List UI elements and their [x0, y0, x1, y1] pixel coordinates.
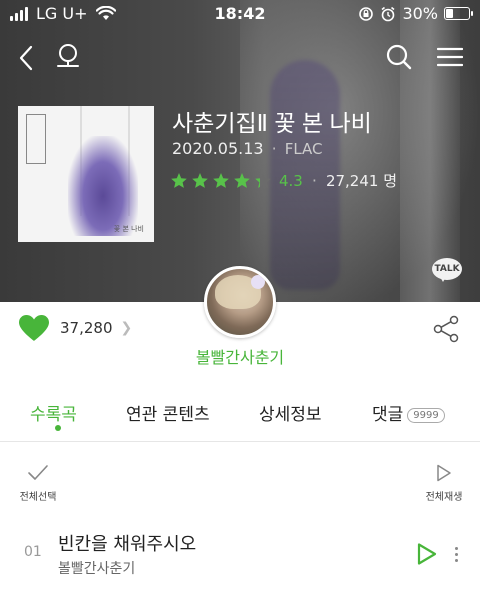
- battery-icon: [444, 7, 473, 20]
- album-rating[interactable]: 4.3 · 27,241 명: [170, 170, 397, 191]
- artist-avatar[interactable]: [204, 266, 276, 338]
- cover-figure: [68, 136, 138, 236]
- star-icon: [234, 172, 250, 188]
- tab-details[interactable]: 상세정보: [259, 400, 322, 425]
- audio-format: FLAC: [284, 139, 323, 158]
- select-all-label: 전체선택: [19, 492, 57, 503]
- tab-bar: 수록곡 연관 콘텐츠 상세정보 댓글 9999: [0, 390, 480, 438]
- tab-comments-label: 댓글: [372, 405, 404, 425]
- search-icon[interactable]: [384, 42, 414, 72]
- track-number: 01: [24, 544, 42, 560]
- alarm-icon: [381, 6, 395, 21]
- tab-tracklist[interactable]: 수록곡: [30, 400, 77, 425]
- play-outline-icon: [437, 464, 451, 482]
- tab-related-content[interactable]: 연관 콘텐츠: [126, 400, 210, 425]
- more-options-icon[interactable]: [452, 544, 460, 564]
- check-icon: [28, 465, 48, 480]
- star-icon: [255, 172, 271, 188]
- rotation-lock-icon: [359, 6, 374, 21]
- artist-name-link[interactable]: 볼빨간사춘기: [0, 344, 480, 368]
- tab-comments[interactable]: 댓글 9999: [372, 400, 445, 425]
- top-nav: [0, 36, 480, 80]
- album-cover[interactable]: 꽃 본 나비: [18, 106, 154, 242]
- comment-count-badge: 9999: [407, 407, 445, 423]
- release-date: 2020.05.13: [172, 139, 264, 158]
- rating-count: 27,241 명: [325, 172, 398, 190]
- album-meta: 2020.05.13 · FLAC: [172, 139, 323, 158]
- track-title: 빈칸을 채워주시오: [58, 534, 197, 555]
- app-logo-icon[interactable]: [52, 40, 84, 76]
- cover-title-mark: [26, 114, 46, 164]
- select-all-button[interactable]: 전체선택: [16, 462, 60, 503]
- status-bar: LG U+ 18:42 30%: [0, 0, 480, 28]
- chevron-right-icon: ❯: [120, 320, 133, 336]
- rating-stars: [170, 172, 272, 190]
- active-tab-indicator: [55, 425, 61, 431]
- star-icon: [171, 172, 187, 188]
- like-count: 37,280: [60, 319, 113, 337]
- play-icon[interactable]: [414, 542, 438, 566]
- share-icon[interactable]: [432, 315, 460, 343]
- play-all-button[interactable]: 전체재생: [420, 462, 468, 503]
- like-row[interactable]: 37,280 ❯: [18, 314, 132, 342]
- heart-icon[interactable]: [18, 314, 50, 342]
- cover-tag: 꽃 본 나비: [113, 225, 144, 233]
- back-chevron-icon[interactable]: [14, 42, 38, 74]
- album-title: 사춘기집Ⅱ 꽃 본 나비: [172, 110, 372, 136]
- hamburger-menu-icon[interactable]: [436, 44, 464, 70]
- track-row[interactable]: 01 빈칸을 채워주시오 볼빨간사춘기: [0, 522, 480, 582]
- rating-score: 4.3: [279, 171, 303, 190]
- divider: [0, 441, 480, 442]
- battery-percent: 30%: [402, 4, 438, 23]
- play-all-label: 전체재생: [425, 492, 463, 503]
- track-artist: 볼빨간사춘기: [58, 561, 136, 577]
- kakao-talk-icon[interactable]: TALK: [432, 258, 462, 282]
- star-icon: [213, 172, 229, 188]
- star-icon: [192, 172, 208, 188]
